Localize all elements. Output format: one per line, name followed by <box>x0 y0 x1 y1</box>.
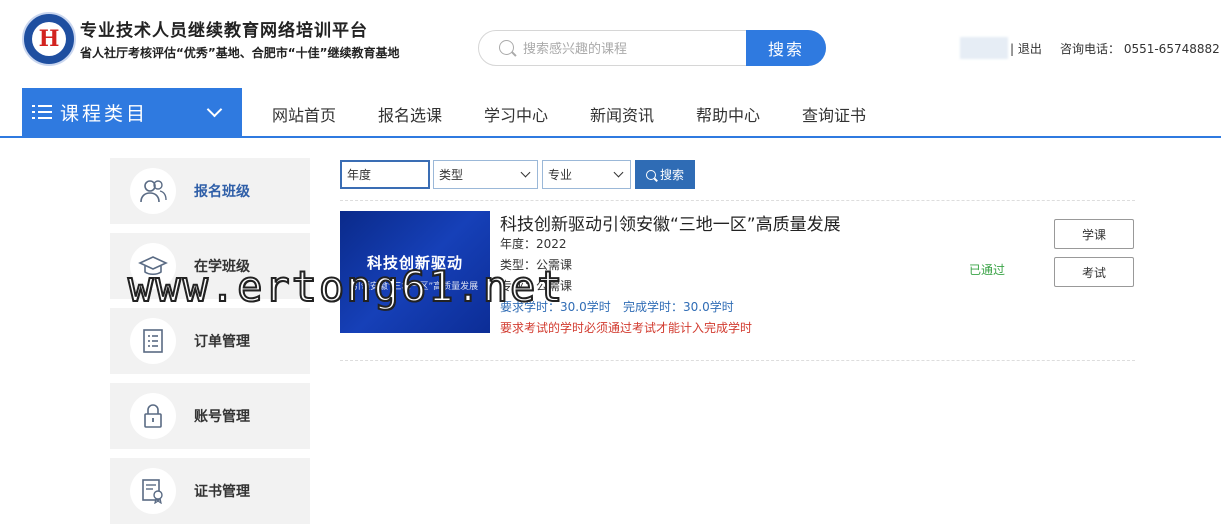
search-button[interactable]: 搜索 <box>746 30 826 66</box>
site-title: 专业技术人员继续教育网络培训平台 <box>80 21 368 41</box>
completed-hours: 完成学时：30.0学时 <box>623 300 734 314</box>
nav-learning-center[interactable]: 学习中心 <box>484 102 548 126</box>
nav-enroll[interactable]: 报名选课 <box>378 102 442 126</box>
study-button[interactable]: 学课 <box>1054 219 1134 249</box>
nav-certificate-query[interactable]: 查询证书 <box>802 102 866 126</box>
logout-link[interactable]: | 退出 <box>1010 40 1042 57</box>
course-title[interactable]: 科技创新驱动引领安徽“三地一区”高质量发展 <box>500 210 841 235</box>
course-category-label: 课程类目 <box>60 102 149 125</box>
pass-status: 已通过 <box>969 263 1006 277</box>
divider <box>340 360 1135 361</box>
nav-help[interactable]: 帮助中心 <box>696 102 760 126</box>
logo-mark: H <box>32 22 66 56</box>
certificate-icon <box>130 468 176 514</box>
sidebar-item-label: 报名班级 <box>194 184 250 200</box>
major-filter-value: 专业 <box>548 168 573 182</box>
lock-icon <box>130 393 176 439</box>
year-filter-placeholder: 年度 <box>347 168 372 182</box>
users-icon <box>130 168 176 214</box>
main-nav: 课程类目 网站首页 报名选课 学习中心 新闻资讯 帮助中心 查询证书 <box>0 88 1221 138</box>
site-logo[interactable]: H <box>22 12 76 66</box>
sidebar-item-label: 账号管理 <box>194 409 250 425</box>
type-filter-select[interactable]: 类型 <box>433 160 538 189</box>
sidebar-item-account[interactable]: 账号管理 <box>110 383 310 449</box>
sidebar-item-label: 订单管理 <box>194 334 250 350</box>
exam-note: 要求考试的学时必须通过考试才能计入完成学时 <box>500 321 753 335</box>
course-category-button[interactable]: 课程类目 <box>22 88 242 136</box>
header: H 专业技术人员继续教育网络培训平台 省人社厅考核评估“优秀”基地、合肥市“十佳… <box>0 0 1221 88</box>
chevron-down-icon <box>206 101 223 118</box>
search-box: 搜索 <box>478 30 826 66</box>
site-subtitle: 省人社厅考核评估“优秀”基地、合肥市“十佳”继续教育基地 <box>80 46 400 60</box>
sidebar-item-certificates[interactable]: 证书管理 <box>110 458 310 524</box>
filter-search-button[interactable]: 搜索 <box>635 160 695 189</box>
search-input[interactable] <box>523 37 743 61</box>
sidebar-item-orders[interactable]: 订单管理 <box>110 308 310 374</box>
year-filter-input[interactable]: 年度 <box>340 160 430 189</box>
type-filter-value: 类型 <box>439 168 464 182</box>
nav-news[interactable]: 新闻资讯 <box>590 102 654 126</box>
list-doc-icon <box>130 318 176 364</box>
major-filter-select[interactable]: 专业 <box>542 160 631 189</box>
sidebar-item-enrolled-classes[interactable]: 报名班级 <box>110 158 310 224</box>
filter-search-label: 搜索 <box>659 168 684 182</box>
course-year: 年度：2022 <box>500 237 567 251</box>
nav-home[interactable]: 网站首页 <box>272 102 336 126</box>
watermark: www.ertong61.net <box>127 261 565 312</box>
exam-button[interactable]: 考试 <box>1054 257 1134 287</box>
sidebar-item-label: 证书管理 <box>194 484 250 500</box>
search-icon <box>645 169 656 180</box>
divider <box>340 200 1135 201</box>
hotline-text: 咨询电话： 0551-65748882 <box>1060 42 1220 56</box>
username-blurred <box>960 37 1008 59</box>
search-icon <box>499 40 514 55</box>
list-icon <box>32 104 52 120</box>
